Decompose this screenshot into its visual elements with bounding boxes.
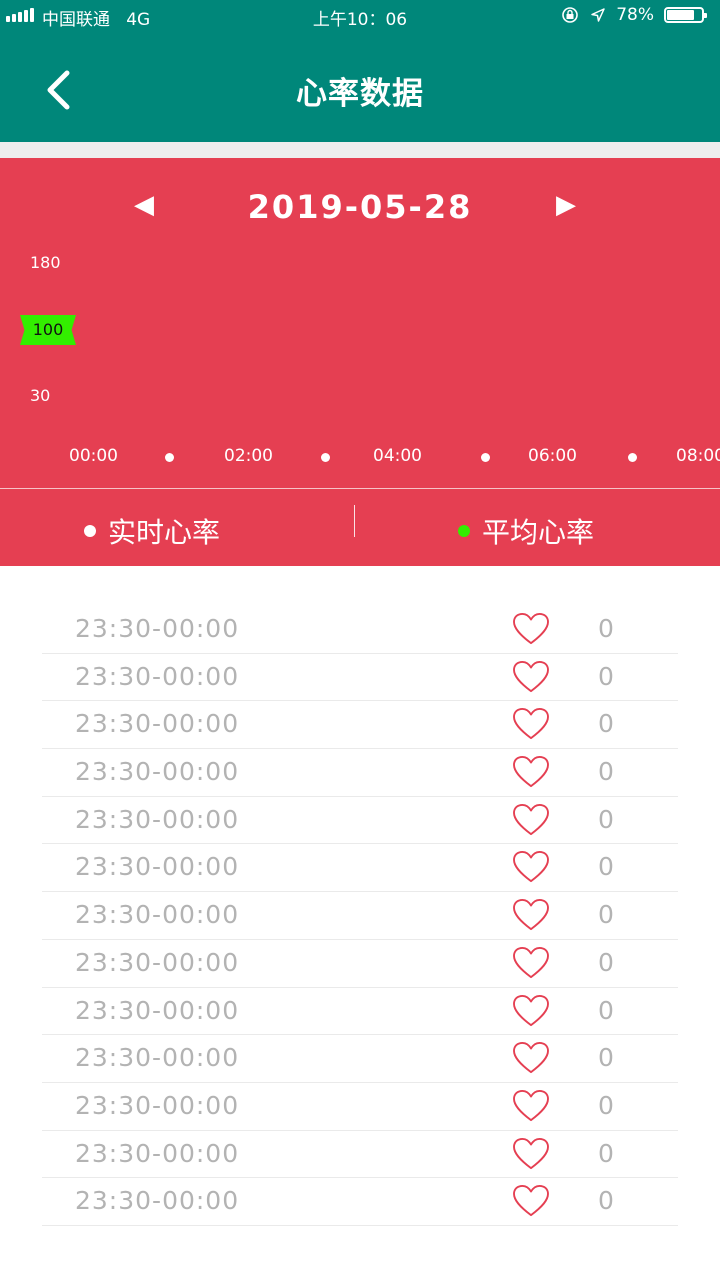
record-time-range: 23:30-00:00 [75, 804, 240, 834]
record-time-range: 23:30-00:00 [75, 709, 240, 739]
heart-outline-icon [513, 1089, 549, 1121]
x-axis-tick: 08:00 [676, 446, 720, 466]
record-heart-rate-value: 0 [598, 614, 614, 643]
list-item[interactable]: 23:30-00:00 0 [42, 654, 678, 702]
legend-divider [354, 505, 355, 537]
record-time-range: 23:30-00:00 [75, 947, 240, 977]
app-bar: 心率数据 [0, 32, 720, 142]
heart-outline-icon [513, 803, 549, 835]
record-heart-rate-value: 0 [598, 995, 614, 1025]
status-bar: 中国联通 4G 上午10：06 78% [0, 0, 720, 32]
legend-label: 平均心率 [482, 516, 595, 549]
heart-outline-icon [513, 1137, 549, 1169]
location-arrow-icon [591, 8, 605, 22]
heart-outline-icon [513, 1042, 549, 1074]
y-axis-tick-180: 180 [30, 253, 61, 272]
chart-legend: 实时心率 平均心率 [0, 488, 720, 566]
heart-outline-icon [513, 899, 549, 931]
heart-outline-icon [513, 612, 549, 645]
page-title: 心率数据 [296, 76, 424, 112]
x-axis-tick: 04:00 [373, 446, 422, 466]
record-heart-rate-value: 0 [598, 900, 614, 930]
record-time-range: 23:30-00:00 [75, 757, 240, 787]
record-time-range: 23:30-00:00 [75, 1138, 240, 1168]
record-time-range: 23:30-00:00 [75, 1090, 240, 1120]
record-time-range: 23:30-00:00 [75, 614, 240, 643]
record-heart-rate-value: 0 [598, 1186, 614, 1216]
list-item[interactable]: 23:30-00:00 0 [42, 797, 678, 845]
list-item[interactable]: 23:30-00:00 0 [42, 1131, 678, 1179]
record-time-range: 23:30-00:00 [75, 1043, 240, 1073]
record-heart-rate-value: 0 [598, 1090, 614, 1120]
x-axis-dot [321, 453, 330, 462]
list-item[interactable]: 23:30-00:00 0 [42, 892, 678, 940]
battery-percent: 78% [616, 5, 654, 25]
record-heart-rate-value: 0 [598, 804, 614, 834]
heart-outline-icon [513, 994, 549, 1026]
x-axis-tick: 02:00 [224, 446, 273, 466]
next-day-button[interactable]: ▶ [546, 190, 586, 226]
heart-outline-icon [513, 1185, 549, 1217]
legend-realtime-heart-rate[interactable]: 实时心率 [84, 511, 220, 551]
divider-strip [0, 142, 720, 158]
date-navigator: ◀ 2019-05-28 ▶ [0, 186, 720, 230]
y-axis-tick-30: 30 [30, 386, 51, 405]
list-item[interactable]: 23:30-00:00 0 [42, 1083, 678, 1131]
record-heart-rate-value: 0 [598, 1138, 614, 1168]
list-item[interactable]: 23:30-00:00 0 [42, 701, 678, 750]
heart-outline-icon [513, 756, 549, 788]
record-heart-rate-value: 0 [598, 661, 614, 691]
record-time-range: 23:30-00:00 [75, 900, 240, 930]
lock-rotation-icon [562, 7, 579, 23]
heart-rate-record-list: 23:30-00:00 0 23:30-00:00 0 23:30-00:00 … [42, 606, 678, 1226]
current-date: 2019-05-28 [247, 188, 473, 226]
x-axis-dot [628, 453, 637, 462]
record-heart-rate-value: 0 [598, 709, 614, 739]
list-item[interactable]: 23:30-00:00 0 [42, 1035, 678, 1083]
record-heart-rate-value: 0 [598, 852, 614, 882]
x-axis-tick: 06:00 [528, 446, 577, 466]
list-item[interactable]: 23:30-00:00 0 [42, 606, 678, 654]
record-heart-rate-value: 0 [598, 947, 614, 977]
heart-outline-icon [513, 708, 549, 740]
y-axis-highlight-badge: 100 [20, 315, 76, 345]
battery-icon [664, 7, 707, 23]
record-time-range: 23:30-00:00 [75, 1186, 240, 1216]
heart-outline-icon [513, 851, 549, 883]
record-time-range: 23:30-00:00 [75, 661, 240, 691]
list-item[interactable]: 23:30-00:00 0 [42, 844, 678, 893]
heart-outline-icon [513, 946, 549, 978]
x-axis-dot [165, 453, 174, 462]
record-heart-rate-value: 0 [598, 757, 614, 787]
heart-rate-chart: ◀ 2019-05-28 ▶ 180 100 30 00:00 02:00 04… [0, 158, 720, 488]
record-time-range: 23:30-00:00 [75, 852, 240, 882]
legend-label: 实时心率 [108, 516, 221, 549]
x-axis-dot [481, 453, 490, 462]
heart-outline-icon [513, 660, 549, 692]
list-item[interactable]: 23:30-00:00 0 [42, 988, 678, 1036]
list-item[interactable]: 23:30-00:00 0 [42, 1178, 678, 1226]
legend-dot-icon [458, 525, 470, 537]
status-right: 78% [560, 5, 707, 25]
record-heart-rate-value: 0 [598, 1043, 614, 1073]
legend-average-heart-rate[interactable]: 平均心率 [458, 511, 594, 551]
list-item[interactable]: 23:30-00:00 0 [42, 749, 678, 797]
x-axis-tick: 00:00 [69, 446, 118, 466]
legend-dot-icon [84, 525, 96, 537]
list-item[interactable]: 23:30-00:00 0 [42, 940, 678, 988]
record-time-range: 23:30-00:00 [75, 995, 240, 1025]
